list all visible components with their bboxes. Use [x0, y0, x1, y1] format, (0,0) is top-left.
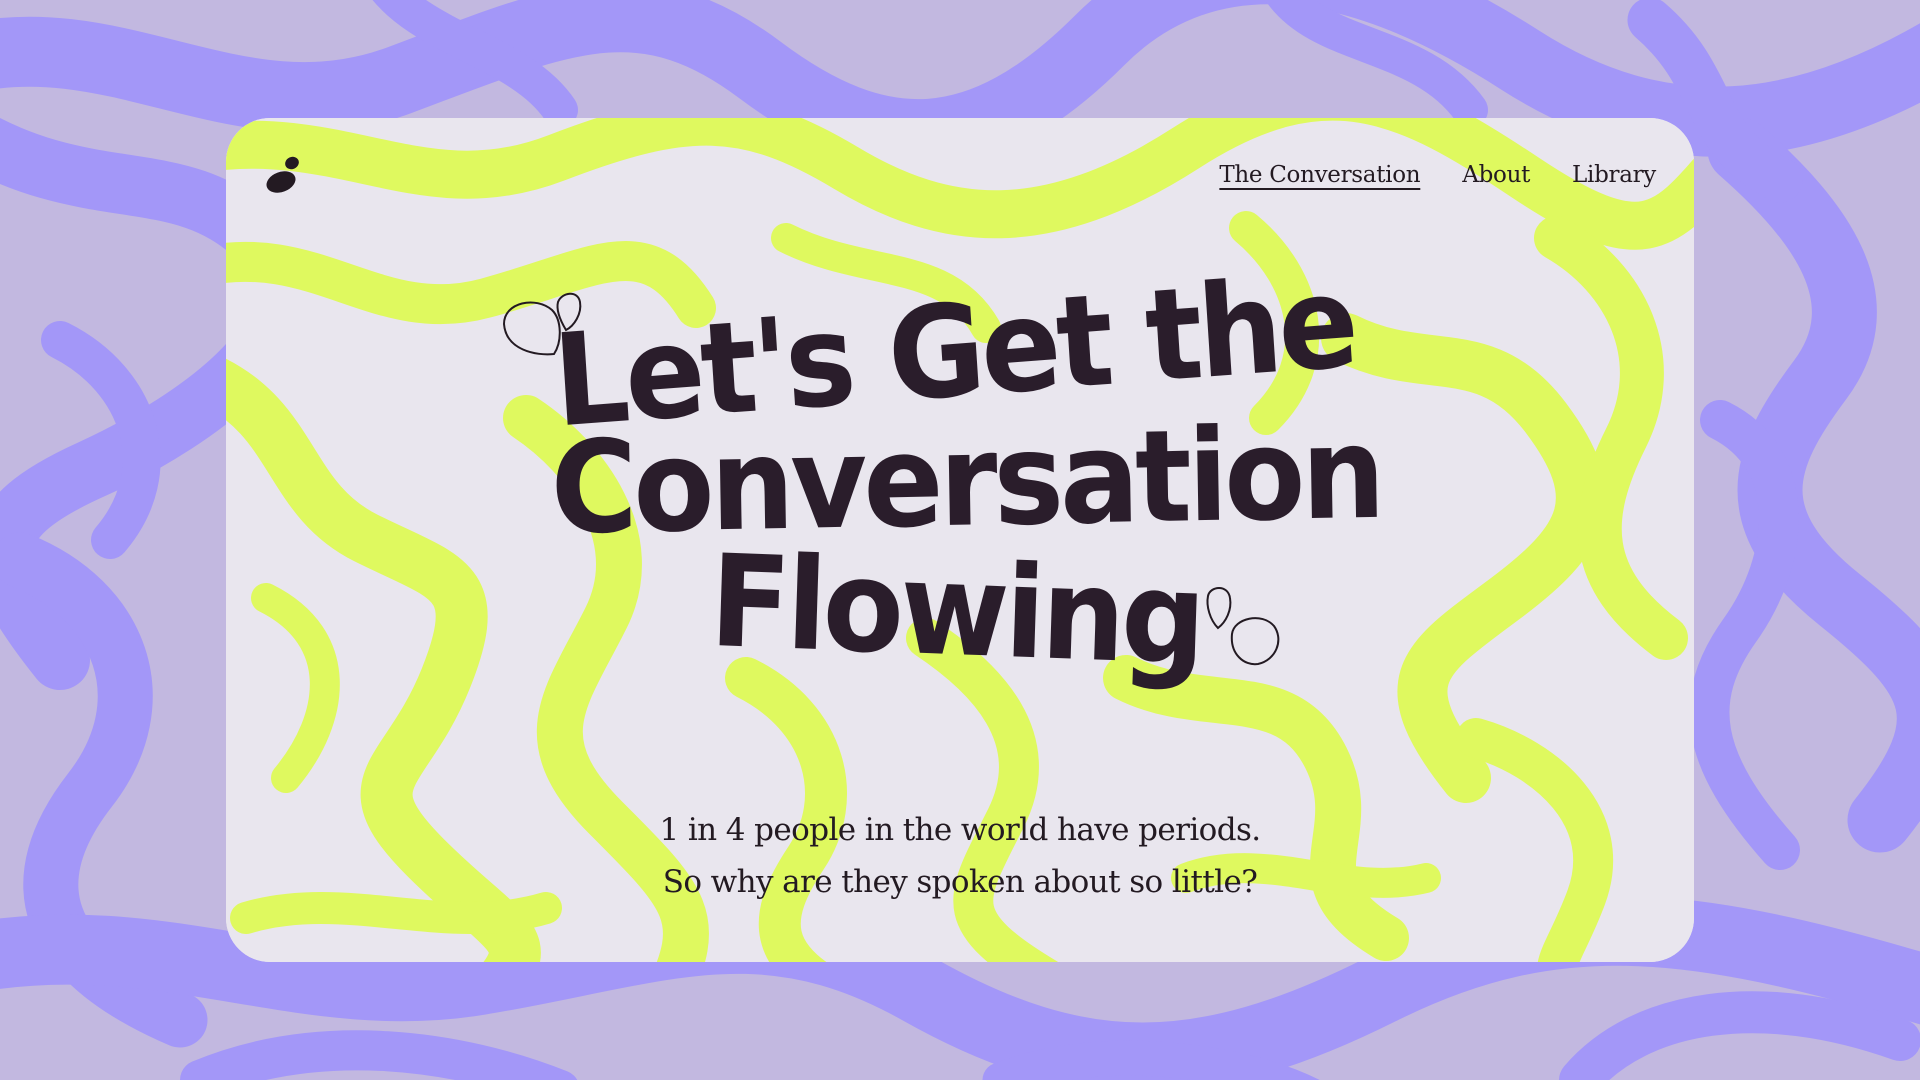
tagline-line-1: 1 in 4 people in the world have periods. — [659, 812, 1261, 848]
hero-headline: Let's Get the Conversation Flowing — [226, 247, 1694, 694]
droplet-logo-icon[interactable] — [264, 152, 306, 196]
hero-tagline: 1 in 4 people in the world have periods.… — [226, 804, 1694, 908]
tagline-line-2: So why are they spoken about so little? — [662, 864, 1258, 900]
headline-line-3: Flowing — [707, 526, 1205, 694]
droplet-outline-icon — [1206, 587, 1280, 666]
nav-link-about[interactable]: About — [1462, 162, 1530, 188]
hero-card: The Conversation About Library Let's Get… — [226, 118, 1694, 962]
droplet-outline-icon — [502, 292, 582, 356]
nav-link-the-conversation[interactable]: The Conversation — [1219, 162, 1420, 188]
hero-headline-block: Let's Get the Conversation Flowing — [226, 247, 1694, 706]
nav-link-library[interactable]: Library — [1572, 162, 1656, 188]
main-nav: The Conversation About Library — [1219, 162, 1656, 188]
